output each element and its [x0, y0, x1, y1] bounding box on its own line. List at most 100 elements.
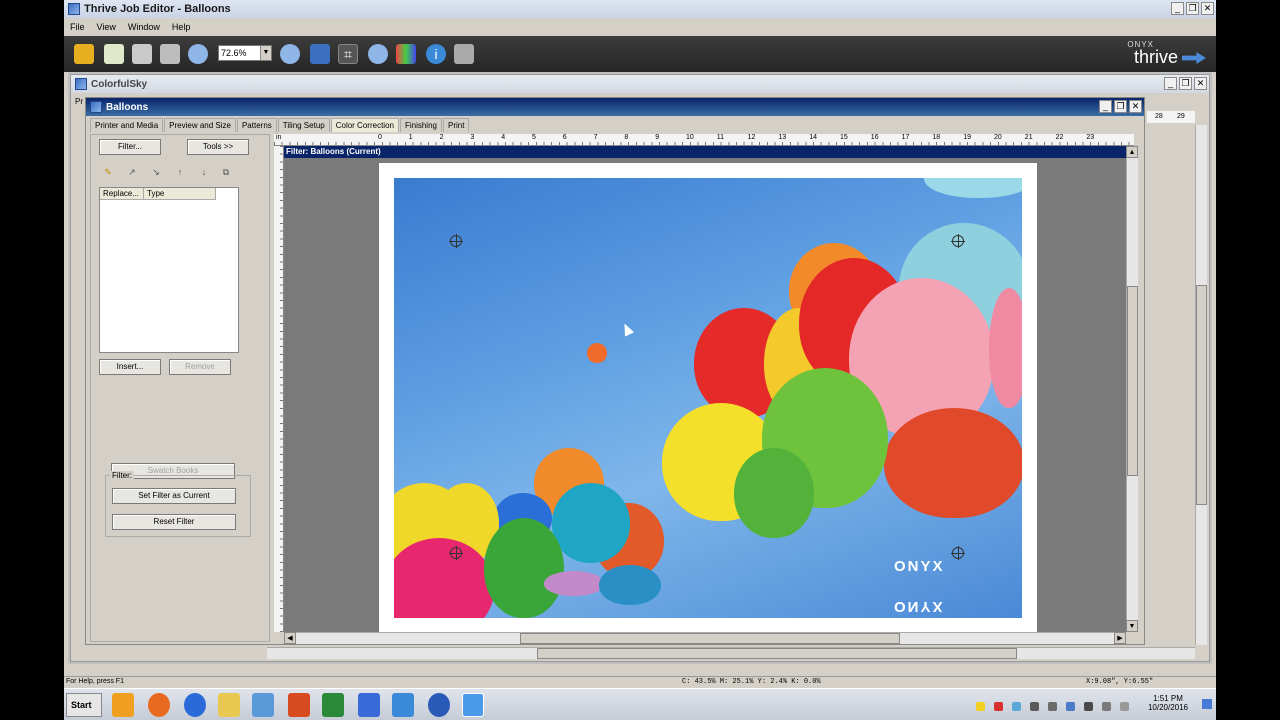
registration-mark: [449, 234, 463, 248]
tray-icon-9[interactable]: [1120, 702, 1129, 711]
colorfulsky-close-button[interactable]: ✕: [1194, 77, 1207, 90]
colorfulsky-vscroll[interactable]: [1195, 125, 1207, 645]
colorfulsky-minimize-button[interactable]: _: [1164, 77, 1177, 90]
copy-icon[interactable]: ⧉: [219, 165, 233, 179]
status-bar: For Help, press F1 C: 43.5% M: 25.1% Y: …: [64, 676, 1216, 688]
network-icon[interactable]: [252, 693, 274, 717]
preview-vscroll[interactable]: ▲ ▼: [1126, 146, 1138, 632]
fit-page-icon[interactable]: [310, 44, 330, 64]
scroll-right-icon[interactable]: ▶: [1114, 632, 1126, 644]
ruler-number: 23: [1086, 134, 1095, 141]
tray-icon-1[interactable]: [976, 702, 985, 711]
menu-window[interactable]: Window: [122, 22, 166, 32]
move-down-icon[interactable]: ↓: [197, 165, 211, 179]
crop-icon[interactable]: ⌗: [338, 44, 358, 64]
powerpoint-icon[interactable]: [288, 693, 310, 717]
scroll-thumb[interactable]: [1127, 286, 1138, 476]
tab-printer-media[interactable]: Printer and Media: [90, 118, 164, 132]
menu-bar: File View Window Help: [64, 18, 1216, 36]
excel-icon[interactable]: [322, 693, 344, 717]
info-icon[interactable]: i: [426, 44, 446, 64]
menu-file[interactable]: File: [64, 22, 91, 32]
registration-mark: [951, 546, 965, 560]
scroll-down-icon[interactable]: ▼: [1126, 620, 1138, 632]
ruler-number: 21: [1024, 134, 1033, 141]
reset-filter-button[interactable]: Reset Filter: [112, 514, 236, 530]
thrive-app-icon[interactable]: [462, 693, 484, 717]
insert-button[interactable]: Insert...: [99, 359, 161, 375]
zoom-value: 72.6%: [221, 48, 247, 58]
firefox-icon[interactable]: [148, 693, 170, 717]
filter-list[interactable]: Replace... Type: [99, 187, 239, 353]
print-queue-icon[interactable]: [454, 44, 474, 64]
menu-help[interactable]: Help: [166, 22, 197, 32]
colorfulsky-hscroll[interactable]: [267, 647, 1195, 659]
balloons-minimize-button[interactable]: _: [1099, 100, 1112, 113]
taskbar-clock[interactable]: 1:51 PM 10/20/2016: [1148, 694, 1188, 712]
ruler-number: 8: [624, 134, 629, 141]
ruler-number: 17: [901, 134, 910, 141]
close-button[interactable]: ✕: [1201, 2, 1214, 15]
tray-icon-8[interactable]: [1102, 702, 1111, 711]
scroll-thumb[interactable]: [520, 633, 900, 644]
tab-finishing[interactable]: Finishing: [399, 118, 442, 132]
onyx-tool-icon[interactable]: [392, 693, 414, 717]
remove-button[interactable]: Remove: [169, 359, 231, 375]
media-player-icon[interactable]: [184, 693, 206, 717]
zoom-out-icon[interactable]: [368, 44, 388, 64]
tab-print[interactable]: Print: [442, 118, 470, 132]
vertical-ruler: [274, 146, 284, 632]
restore-button[interactable]: ❐: [1186, 2, 1199, 15]
zoom-select[interactable]: 72.6% ▼: [218, 45, 272, 61]
new-document-icon[interactable]: [104, 44, 124, 64]
tray-icon-3[interactable]: [1012, 702, 1021, 711]
save-icon[interactable]: [132, 44, 152, 64]
zoom-in-icon[interactable]: [280, 44, 300, 64]
move-up-icon[interactable]: ↑: [173, 165, 187, 179]
outlook-icon[interactable]: [112, 693, 134, 717]
ruler-number: 1: [408, 134, 413, 141]
chevron-down-icon[interactable]: ▼: [260, 46, 271, 60]
print-icon[interactable]: [160, 44, 180, 64]
scroll-thumb[interactable]: [1196, 285, 1207, 505]
colorfulsky-tab-label[interactable]: Pr: [75, 97, 83, 106]
filter-button[interactable]: Filter...: [99, 139, 161, 155]
tab-color-correction[interactable]: Color Correction: [330, 118, 399, 132]
tools-button[interactable]: Tools >>: [187, 139, 249, 155]
tray-icon-7[interactable]: [1084, 702, 1093, 711]
scroll-left-icon[interactable]: ◀: [284, 632, 296, 644]
start-button[interactable]: Start: [66, 693, 102, 717]
colorfulsky-restore-button[interactable]: ❐: [1179, 77, 1192, 90]
tray-icon-2[interactable]: [994, 702, 1003, 711]
ruler-number: 18: [932, 134, 941, 141]
tray-icon-4[interactable]: [1030, 702, 1039, 711]
onyx-thrive-logo: ONYX thrive: [1116, 40, 1206, 70]
open-folder-icon[interactable]: [74, 44, 94, 64]
scroll-up-icon[interactable]: ▲: [1126, 146, 1138, 158]
ruler-number: 15: [840, 134, 848, 141]
column-header-replace[interactable]: Replace...: [100, 188, 144, 200]
tray-icon-6[interactable]: [1066, 702, 1075, 711]
minimize-button[interactable]: _: [1171, 2, 1184, 15]
tray-icon-5[interactable]: [1048, 702, 1057, 711]
preview-canvas[interactable]: ONYX ONYX: [284, 158, 1126, 632]
flower-app-icon[interactable]: [428, 693, 450, 717]
column-header-type[interactable]: Type: [144, 188, 216, 200]
swap-icon[interactable]: ↘: [149, 165, 163, 179]
show-desktop-icon[interactable]: [1202, 699, 1212, 709]
set-filter-current-button[interactable]: Set Filter as Current: [112, 488, 236, 504]
tab-patterns[interactable]: Patterns: [236, 118, 277, 132]
edit-filter-icon[interactable]: ↗: [125, 165, 139, 179]
balloons-close-button[interactable]: ✕: [1129, 100, 1142, 113]
arrow-app-icon[interactable]: [358, 693, 380, 717]
scroll-thumb[interactable]: [537, 648, 1017, 659]
file-explorer-icon[interactable]: [218, 693, 240, 717]
color-grid-icon[interactable]: [396, 44, 416, 64]
add-filter-icon[interactable]: ✎: [101, 165, 115, 179]
zoom-icon[interactable]: [188, 44, 208, 64]
tab-preview-size[interactable]: Preview and Size: [164, 118, 236, 132]
menu-view[interactable]: View: [91, 22, 122, 32]
tab-tiling-setup[interactable]: Tiling Setup: [277, 118, 330, 132]
preview-hscroll[interactable]: ◀ ▶: [284, 632, 1126, 644]
balloons-restore-button[interactable]: ❐: [1114, 100, 1127, 113]
